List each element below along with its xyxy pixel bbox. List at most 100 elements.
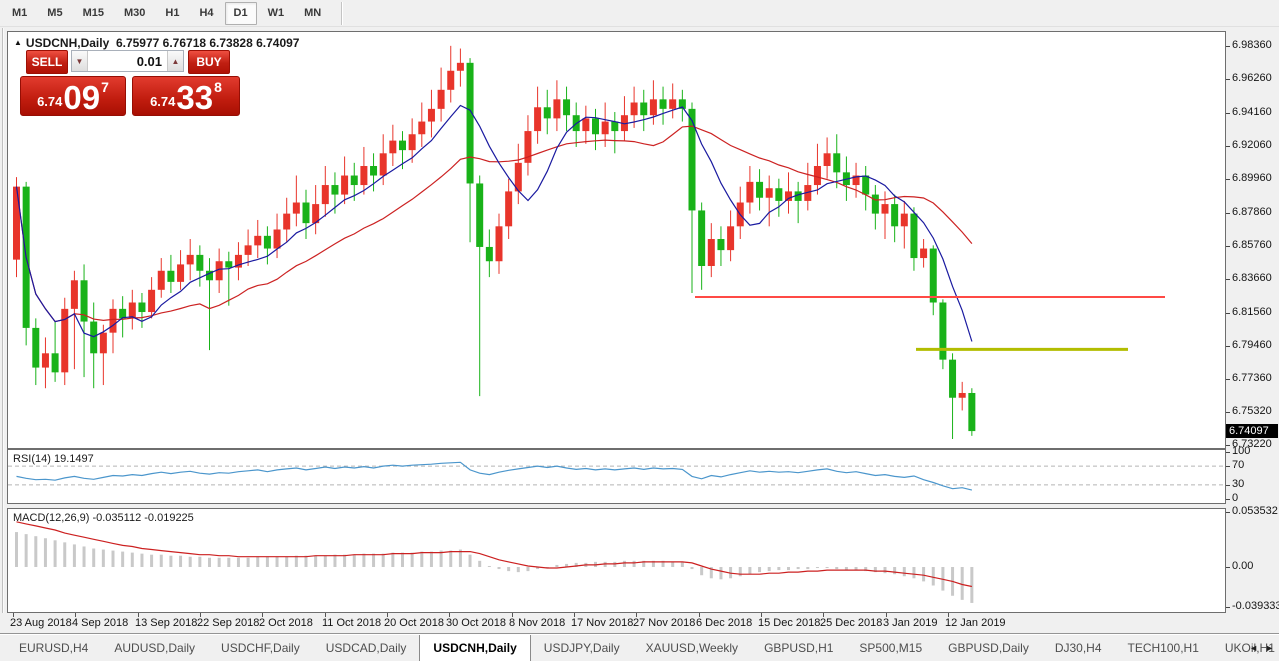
macd-tick-2: -0.039333: [1232, 600, 1279, 613]
tab-scroll-right-icon[interactable]: ►: [1265, 643, 1274, 653]
sell-price-quote[interactable]: 6.74097: [20, 76, 126, 116]
tab-tech100-h1[interactable]: TECH100,H1: [1115, 634, 1212, 661]
price-tick-11: 6.75320: [1232, 405, 1272, 418]
price-tick-1: 6.96260: [1232, 72, 1272, 85]
price-tick-10: 6.77360: [1232, 372, 1272, 385]
price-tick-11-tick: [1226, 412, 1230, 413]
volume-input[interactable]: [88, 51, 167, 71]
tab-gbpusd-h1[interactable]: GBPUSD,H1: [751, 634, 846, 661]
tab-scroll-controls: ◄ ►: [1249, 643, 1274, 653]
macd-histogram: [15, 532, 973, 603]
date-label-1: 4 Sep 2018: [72, 617, 128, 629]
timeframe-button-mn[interactable]: MN: [295, 2, 330, 25]
date-label-15: 12 Jan 2019: [945, 617, 1006, 629]
price-tick-4: 6.89960: [1232, 172, 1272, 185]
rsi-tick-3: 0: [1232, 492, 1238, 505]
macd-tick-1-tick: [1226, 567, 1230, 568]
price-tick-3-tick: [1226, 146, 1230, 147]
tab-usdcad-daily[interactable]: USDCAD,Daily: [313, 634, 420, 661]
price-tick-2: 6.94160: [1232, 106, 1272, 119]
volume-decrease-button[interactable]: ▼: [72, 51, 88, 71]
volume-increase-button[interactable]: ▲: [167, 51, 183, 71]
date-label-2: 13 Sep 2018: [135, 617, 197, 629]
toolbar-separator: [341, 2, 343, 25]
rsi-tick-1: 70: [1232, 459, 1244, 472]
timeframe-button-h1[interactable]: H1: [156, 2, 188, 25]
buy-price-sup: 8: [214, 79, 222, 95]
timeframe-button-m30[interactable]: M30: [115, 2, 154, 25]
price-tick-10-tick: [1226, 379, 1230, 380]
date-label-6: 20 Oct 2018: [384, 617, 444, 629]
price-tick-6-tick: [1226, 246, 1230, 247]
date-label-8: 8 Nov 2018: [509, 617, 565, 629]
tab-scroll-left-icon[interactable]: ◄: [1249, 643, 1258, 653]
price-tick-9: 6.79460: [1232, 339, 1272, 352]
timeframe-button-w1[interactable]: W1: [259, 2, 294, 25]
buy-button[interactable]: BUY: [188, 50, 230, 74]
tab-usdchf-daily[interactable]: USDCHF,Daily: [208, 634, 313, 661]
price-tick-5-tick: [1226, 213, 1230, 214]
date-label-9: 17 Nov 2018: [571, 617, 633, 629]
price-tick-0-tick: [1226, 46, 1230, 47]
price-tick-0: 6.98360: [1232, 39, 1272, 52]
tab-audusd-daily[interactable]: AUDUSD,Daily: [101, 634, 208, 661]
price-tick-12-tick: [1226, 445, 1230, 446]
trading-terminal-window: M1M5M15M30H1H4D1W1MN ▲USDCNH,Daily 6.759…: [0, 0, 1279, 661]
macd-label: MACD(12,26,9) -0.035112 -0.019225: [13, 512, 194, 524]
macd-chart-surface[interactable]: [8, 509, 1225, 612]
timeframe-button-m1[interactable]: M1: [3, 2, 36, 25]
macd-tick-0: 0.053532: [1232, 505, 1278, 518]
current-price-tag: 6.74097: [1226, 424, 1278, 438]
macd-indicator-panel: MACD(12,26,9) -0.035112 -0.019225: [7, 508, 1226, 613]
rsi-label: RSI(14) 19.1497: [13, 453, 94, 465]
buy-price-quote[interactable]: 6.74338: [132, 76, 240, 116]
timeframe-button-h4[interactable]: H4: [190, 2, 222, 25]
rsi-indicator-panel: RSI(14) 19.1497: [7, 449, 1226, 504]
collapse-chart-icon[interactable]: ▲: [14, 38, 22, 47]
rsi-tick-2-tick: [1226, 485, 1230, 486]
ma-fast-line[interactable]: [17, 106, 972, 342]
price-tick-7: 6.83660: [1232, 272, 1272, 285]
sell-button[interactable]: SELL: [26, 50, 68, 74]
rsi-tick-0-tick: [1226, 452, 1230, 453]
date-label-13: 25 Dec 2018: [820, 617, 882, 629]
rsi-tick-3-tick: [1226, 499, 1230, 500]
date-label-12: 15 Dec 2018: [758, 617, 820, 629]
timeframe-button-m5[interactable]: M5: [38, 2, 71, 25]
sell-price-big: 09: [63, 83, 100, 113]
date-label-5: 11 Oct 2018: [322, 617, 381, 629]
price-tick-4-tick: [1226, 179, 1230, 180]
macd-signal-line: [17, 522, 972, 587]
chart-tab-bar: EURUSD,H4AUDUSD,DailyUSDCHF,DailyUSDCAD,…: [0, 633, 1279, 661]
tab-gbpusd-daily[interactable]: GBPUSD,Daily: [935, 634, 1042, 661]
date-label-0: 23 Aug 2018: [10, 617, 72, 629]
rsi-tick-2: 30: [1232, 478, 1244, 491]
price-tick-9-tick: [1226, 346, 1230, 347]
price-tick-1-tick: [1226, 79, 1230, 80]
timeframe-button-d1[interactable]: D1: [225, 2, 257, 25]
price-tick-2-tick: [1226, 113, 1230, 114]
tab-dj30-h4[interactable]: DJ30,H4: [1042, 634, 1115, 661]
tab-usdcnh-daily[interactable]: USDCNH,Daily: [419, 635, 530, 661]
tab-xauusd-weekly[interactable]: XAUUSD,Weekly: [633, 634, 751, 661]
sell-price-sup: 7: [101, 79, 109, 95]
sell-price-small: 6.74: [37, 94, 62, 109]
date-label-14: 3 Jan 2019: [883, 617, 937, 629]
macd-tick-0-tick: [1226, 512, 1230, 513]
price-tick-5: 6.87860: [1232, 206, 1272, 219]
buy-price-small: 6.74: [150, 94, 175, 109]
price-tick-7-tick: [1226, 279, 1230, 280]
timeframe-button-m15[interactable]: M15: [74, 2, 113, 25]
tab-sp500-m15[interactable]: SP500,M15: [846, 634, 935, 661]
one-click-trading-widget: SELL ▼ ▲ BUY 6.74097 6.74338: [12, 48, 240, 126]
rsi-tick-1-tick: [1226, 466, 1230, 467]
date-label-4: 2 Oct 2018: [259, 617, 313, 629]
tab-usdjpy-daily[interactable]: USDJPY,Daily: [531, 634, 633, 661]
tab-eurusd-h4[interactable]: EURUSD,H4: [6, 634, 101, 661]
macd-tick-2-tick: [1226, 607, 1230, 608]
price-tick-8-tick: [1226, 313, 1230, 314]
buy-price-big: 33: [176, 83, 213, 113]
main-chart-panel: ▲USDCNH,Daily 6.75977 6.76718 6.73828 6.…: [7, 31, 1226, 449]
timeframe-toolbar: M1M5M15M30H1H4D1W1MN: [0, 0, 1279, 27]
rsi-chart-surface[interactable]: [8, 450, 1225, 503]
